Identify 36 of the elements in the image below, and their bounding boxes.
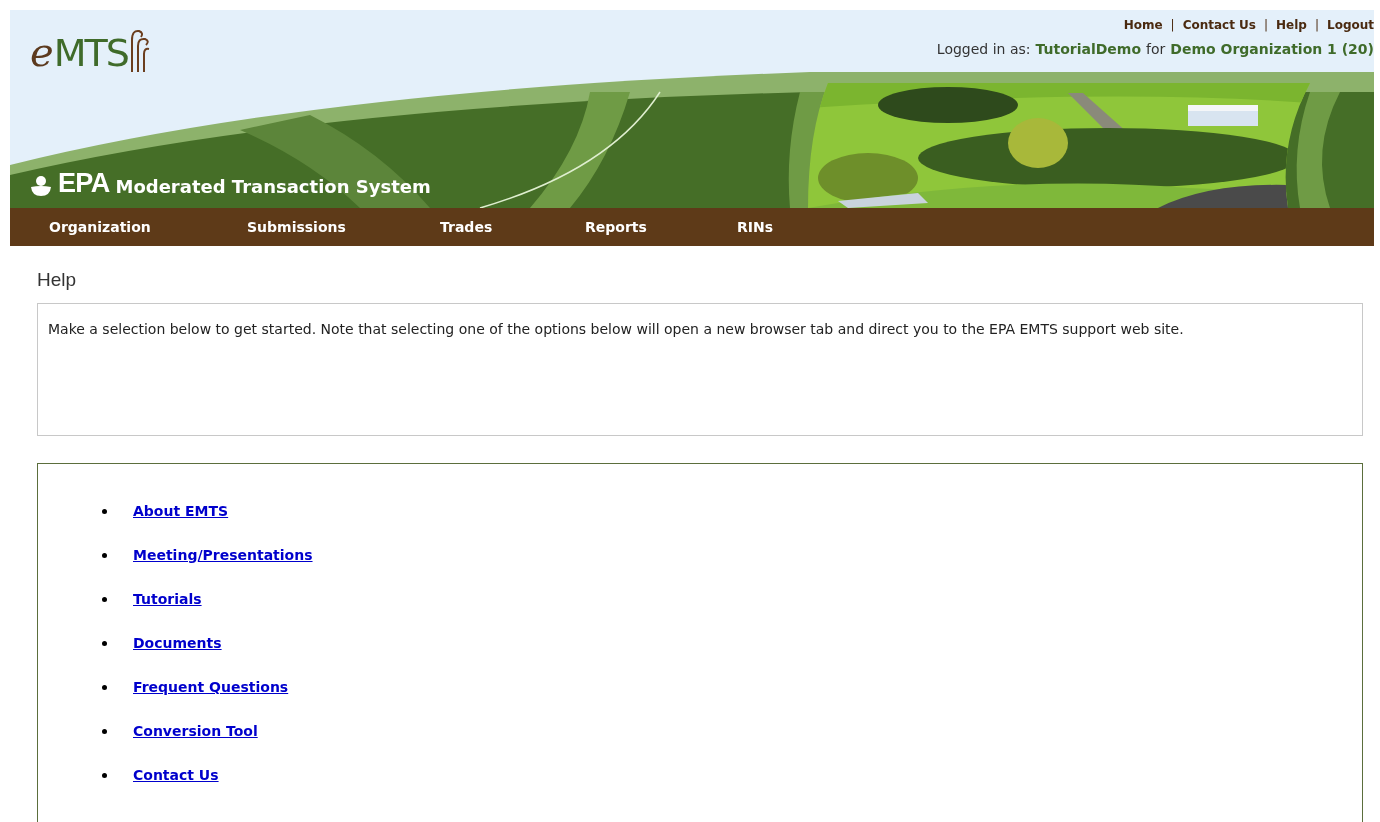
bullet-icon (102, 596, 107, 602)
bullet-icon (102, 772, 107, 778)
logo-letter: e (30, 32, 54, 72)
agency-name: EPA (58, 170, 110, 197)
support-link[interactable]: Contact Us (133, 764, 219, 786)
top-link[interactable]: Logout (1327, 16, 1374, 34)
bullet-icon (102, 552, 107, 558)
bullet-icon (102, 728, 107, 734)
nav-item[interactable]: Trades (440, 216, 585, 238)
user-name: TutorialDemo (1035, 40, 1142, 59)
page-title: Help (37, 268, 78, 292)
top-link[interactable]: Home (1123, 16, 1163, 34)
nav-item[interactable]: RINs (737, 216, 837, 238)
link-separator: | (1314, 17, 1319, 34)
intro-text: Make a selection below to get started. Note that selecting one of the options below will open a new browser tab and direct you to the EPA EMTS support web site. (48, 319, 1185, 339)
bullet-icon (102, 508, 107, 514)
link-separator: | (1170, 17, 1175, 34)
support-link[interactable]: Conversion Tool (133, 720, 258, 742)
bullet-icon (102, 640, 107, 646)
link-separator: | (1264, 17, 1269, 34)
top-link[interactable]: Contact Us (1182, 16, 1256, 34)
login-connector: for (1146, 40, 1166, 59)
nav-item[interactable]: Submissions (247, 216, 440, 238)
login-label: Logged in as: (936, 40, 1031, 59)
organization-name: Demo Organization 1 (20) (1170, 40, 1374, 59)
system-title: Moderated Transaction System (115, 178, 431, 196)
support-link[interactable]: Frequent Questions (133, 676, 289, 698)
support-link[interactable]: Meeting/Presentations (133, 544, 313, 566)
logo-text: MTS (53, 34, 129, 72)
support-link[interactable]: Tutorials (133, 588, 202, 610)
nav-item[interactable]: Organization (49, 216, 247, 238)
support-link[interactable]: About EMTS (133, 500, 229, 522)
nav-item[interactable]: Reports (585, 216, 737, 238)
bullet-icon (102, 684, 107, 690)
support-link[interactable]: Documents (133, 632, 222, 654)
top-link[interactable]: Help (1276, 16, 1307, 34)
